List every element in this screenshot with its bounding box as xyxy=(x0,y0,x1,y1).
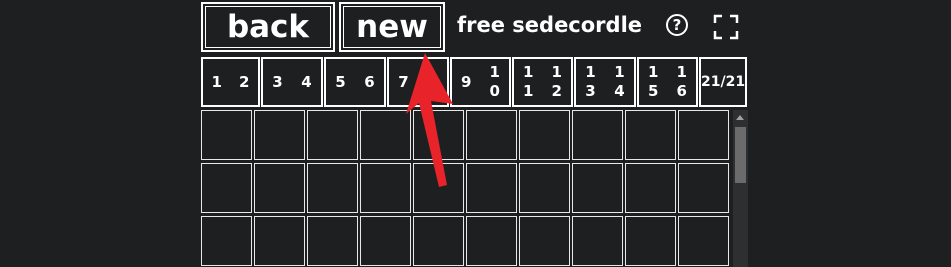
grid-tile xyxy=(413,163,464,213)
grid-tile xyxy=(466,216,517,266)
grid-tile xyxy=(678,110,729,160)
grid-tile xyxy=(519,216,570,266)
grid-tile xyxy=(360,163,411,213)
board-group-5[interactable]: 910 xyxy=(450,57,511,107)
grid-tile xyxy=(254,110,305,160)
grid-tile xyxy=(307,110,358,160)
grid-tile xyxy=(572,110,623,160)
board-number[interactable]: 16 xyxy=(677,63,687,101)
grid-tile xyxy=(201,163,252,213)
grid-tile xyxy=(466,110,517,160)
grid-tile xyxy=(678,216,729,266)
board-number-digit: 1 xyxy=(523,63,534,81)
board-number-digit: 1 xyxy=(648,63,659,81)
board-group-3[interactable]: 56 xyxy=(324,57,386,107)
guess-grid xyxy=(201,110,731,267)
grid-tile xyxy=(201,216,252,266)
new-game-button[interactable]: new xyxy=(339,2,445,52)
board-number[interactable]: 5 xyxy=(335,73,345,91)
board-group-7[interactable]: 1314 xyxy=(574,57,636,107)
board-number-digit: 1 xyxy=(585,63,596,81)
help-icon[interactable]: ? xyxy=(666,14,688,36)
grid-tile xyxy=(572,163,623,213)
board-number-digit: 1 xyxy=(551,63,562,81)
grid-tile xyxy=(307,163,358,213)
board-number-digit: 1 xyxy=(676,63,687,81)
fullscreen-icon[interactable] xyxy=(713,14,739,40)
guess-counter: 21/21 xyxy=(699,57,747,107)
board-number[interactable]: 4 xyxy=(301,73,311,91)
board-group-2[interactable]: 34 xyxy=(261,57,323,107)
board-number[interactable]: 9 xyxy=(461,73,471,91)
grid-tile xyxy=(572,216,623,266)
board-group-6[interactable]: 1112 xyxy=(512,57,573,107)
board-number[interactable]: 13 xyxy=(585,63,595,101)
game-title: free sedecordle xyxy=(457,13,643,37)
board-number-digit: 5 xyxy=(648,82,659,100)
board-number[interactable]: 12 xyxy=(552,63,562,101)
grid-tile xyxy=(625,216,676,266)
grid-tile xyxy=(413,110,464,160)
scroll-up-arrow-icon[interactable] xyxy=(736,115,744,120)
grid-tile xyxy=(254,163,305,213)
board-number[interactable]: 10 xyxy=(490,63,500,101)
grid-tile xyxy=(466,163,517,213)
scrollbar[interactable] xyxy=(733,110,748,267)
board-number-digit: 3 xyxy=(585,82,596,100)
board-group-8[interactable]: 1516 xyxy=(637,57,698,107)
grid-tile xyxy=(254,216,305,266)
board-number[interactable]: 14 xyxy=(614,63,624,101)
help-icon-glyph: ? xyxy=(672,16,682,34)
scrollbar-thumb[interactable] xyxy=(735,127,746,183)
board-number-digit: 1 xyxy=(523,82,534,100)
board-group-1[interactable]: 12 xyxy=(201,57,260,107)
grid-tile xyxy=(413,216,464,266)
grid-tile xyxy=(678,163,729,213)
grid-tile xyxy=(201,110,252,160)
top-toolbar: back new free sedecordle ? xyxy=(0,0,951,56)
board-number[interactable]: 8 xyxy=(427,73,437,91)
grid-tile xyxy=(625,163,676,213)
board-group-4[interactable]: 78 xyxy=(387,57,449,107)
board-number[interactable]: 3 xyxy=(272,73,282,91)
grid-tile xyxy=(519,110,570,160)
board-number-digit: 1 xyxy=(614,63,625,81)
board-number[interactable]: 15 xyxy=(648,63,658,101)
board-number-digit: 2 xyxy=(551,82,562,100)
board-number[interactable]: 1 xyxy=(212,73,222,91)
grid-tile xyxy=(360,110,411,160)
grid-tile xyxy=(360,216,411,266)
board-number[interactable]: 11 xyxy=(523,63,533,101)
grid-tile xyxy=(519,163,570,213)
board-number[interactable]: 2 xyxy=(239,73,249,91)
board-number[interactable]: 7 xyxy=(398,73,408,91)
grid-tile xyxy=(307,216,358,266)
board-number-digit: 4 xyxy=(614,82,625,100)
grid-tile xyxy=(625,110,676,160)
back-button[interactable]: back xyxy=(201,2,335,52)
board-number-digit: 0 xyxy=(489,82,500,100)
board-number-digit: 6 xyxy=(676,82,687,100)
board-number-digit: 1 xyxy=(489,63,500,81)
board-number[interactable]: 6 xyxy=(364,73,374,91)
